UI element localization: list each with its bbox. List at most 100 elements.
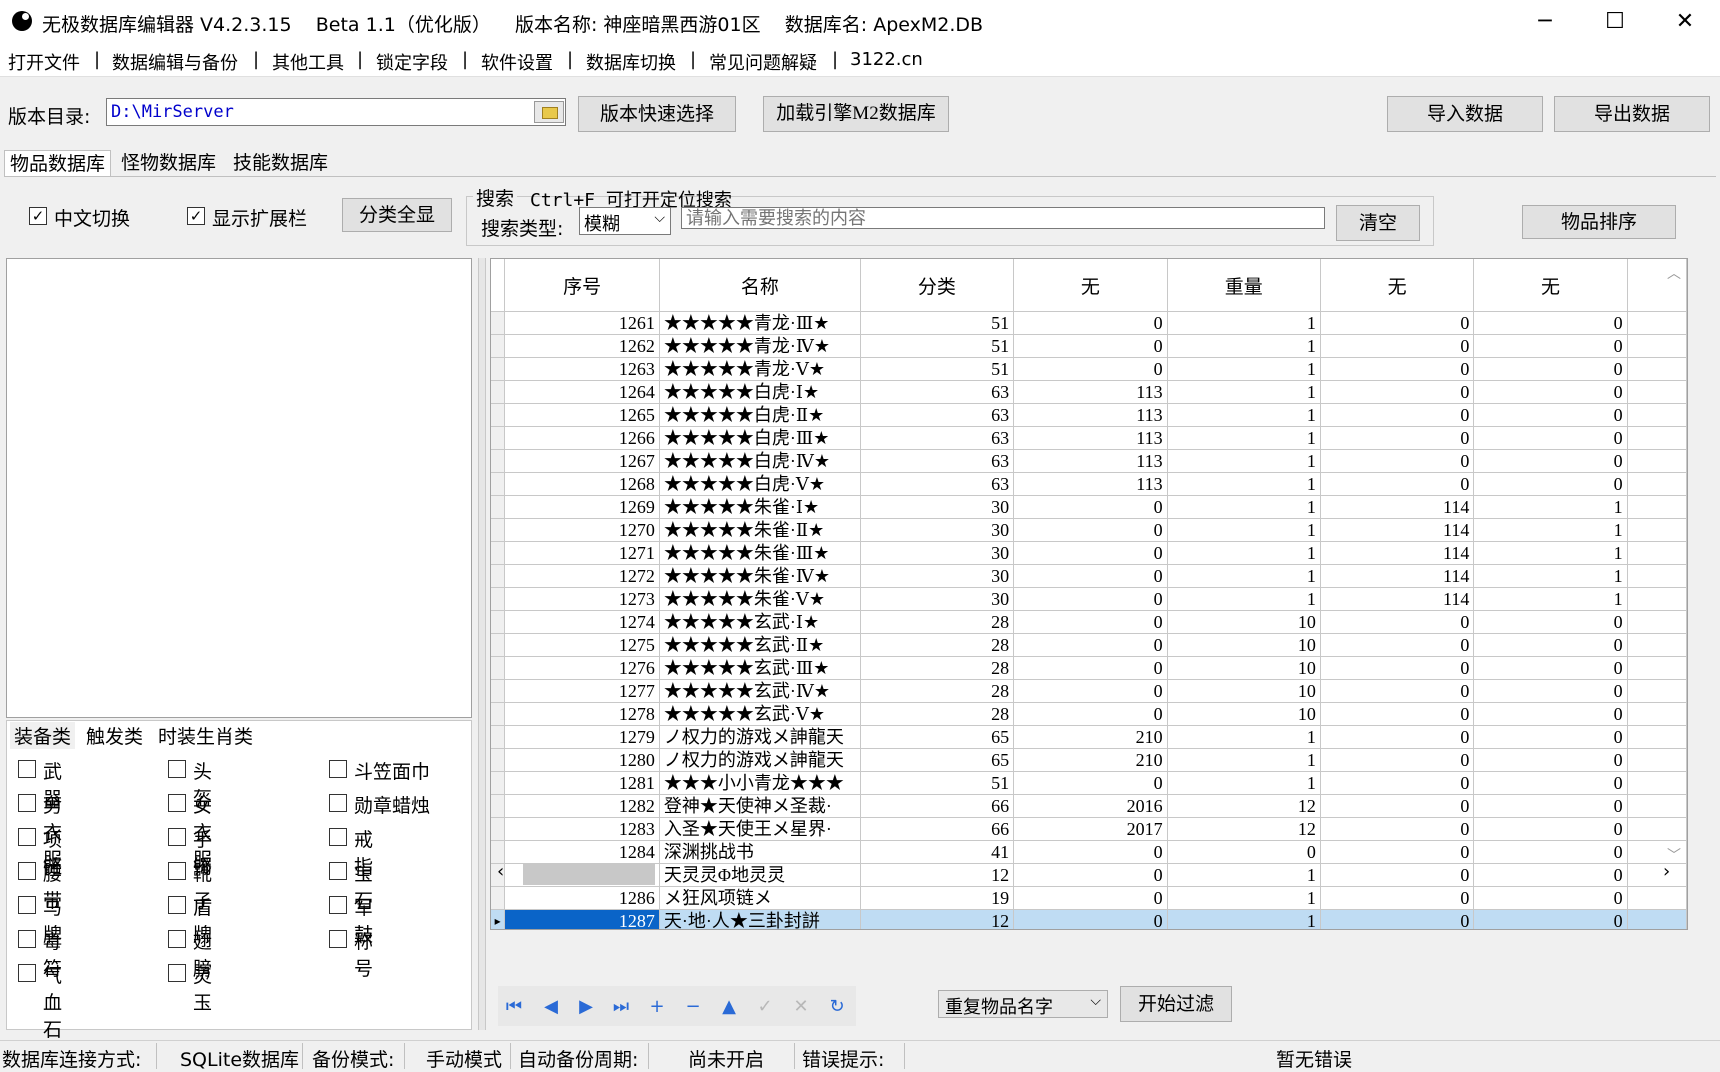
table-cell[interactable]: 0 (1013, 633, 1168, 657)
table-cell[interactable]: 1282 (504, 794, 660, 818)
table-cell[interactable]: 30 (860, 541, 1015, 565)
table-cell[interactable]: 0 (1473, 725, 1628, 749)
table-cell[interactable]: ★★★★★青龙·Ⅳ★ (659, 334, 861, 358)
table-cell[interactable]: 0 (1320, 656, 1475, 680)
table-cell[interactable]: 0 (1320, 863, 1475, 887)
column-header[interactable]: 无 (1013, 259, 1168, 312)
table-cell[interactable]: ★★★★★青龙·Ⅴ★ (659, 357, 861, 381)
table-cell[interactable]: 0 (1473, 794, 1628, 818)
table-cell[interactable]: 0 (1013, 656, 1168, 680)
table-cell[interactable]: 0 (1013, 771, 1168, 795)
row-indicator[interactable] (491, 449, 506, 473)
table-cell[interactable]: 0 (1473, 863, 1628, 887)
category-checkbox[interactable] (329, 862, 347, 880)
scroll-right-icon[interactable]: › (1663, 861, 1670, 882)
table-row[interactable]: 1263 ★★★★★青龙·Ⅴ★ 51 0 1 0 0 (491, 357, 1687, 381)
category-checkbox[interactable] (168, 828, 186, 846)
insert-record-icon[interactable]: + (646, 996, 668, 1018)
table-cell[interactable]: 0 (1473, 472, 1628, 496)
table-cell[interactable]: 114 (1320, 495, 1475, 519)
column-header[interactable]: 名称 (659, 259, 861, 312)
category-checkbox[interactable] (18, 862, 36, 880)
table-cell[interactable]: 0 (1013, 886, 1168, 910)
first-record-icon[interactable]: ⏮ (503, 996, 525, 1018)
table-cell[interactable]: 1 (1167, 564, 1321, 588)
table-cell[interactable]: 1 (1167, 311, 1321, 335)
table-cell[interactable]: 1287 (504, 909, 660, 929)
table-cell[interactable]: ★★★★★白虎·Ⅱ★ (659, 403, 861, 427)
refresh-icon[interactable]: ↻ (826, 996, 848, 1018)
table-row[interactable]: 1270 ★★★★★朱雀·Ⅱ★ 30 0 1 114 1 (491, 518, 1687, 542)
table-cell[interactable]: 入圣★天使王メ星界· (659, 817, 861, 841)
filter-dropdown[interactable]: 重复物品名字 ⌵ (938, 990, 1108, 1018)
table-cell[interactable]: 0 (1473, 886, 1628, 910)
table-cell[interactable]: ★★★★★玄武·Ⅳ★ (659, 679, 861, 703)
table-cell[interactable]: 0 (1320, 840, 1475, 864)
row-indicator[interactable]: ▸ (491, 909, 506, 929)
row-indicator[interactable] (491, 702, 506, 726)
row-indicator[interactable] (491, 794, 506, 818)
table-cell[interactable]: 登神★天使神メ圣裁· (659, 794, 861, 818)
row-indicator[interactable] (491, 587, 506, 611)
menu-faq[interactable]: 常见问题解疑 (709, 49, 817, 75)
table-cell[interactable]: 0 (1013, 840, 1168, 864)
table-cell[interactable]: 66 (860, 817, 1015, 841)
table-cell[interactable]: 0 (1473, 334, 1628, 358)
menu-software-settings[interactable]: 软件设置 (481, 49, 553, 75)
clear-button[interactable]: 清空 (1336, 205, 1420, 241)
table-cell[interactable]: 210 (1013, 748, 1168, 772)
tab-items-db[interactable]: 物品数据库 (4, 150, 112, 177)
table-cell[interactable]: ★★★★★玄武·Ⅰ★ (659, 610, 861, 634)
load-engine-button[interactable]: 加载引擎M2数据库 (763, 96, 949, 132)
table-cell[interactable]: 10 (1167, 679, 1321, 703)
table-cell[interactable]: 28 (860, 610, 1015, 634)
splitter[interactable] (478, 258, 486, 1030)
table-cell[interactable]: 28 (860, 633, 1015, 657)
table-cell[interactable]: 10 (1167, 656, 1321, 680)
table-cell[interactable]: 19 (860, 886, 1015, 910)
table-cell[interactable]: 1 (1473, 541, 1628, 565)
table-cell[interactable]: 63 (860, 426, 1015, 450)
table-row[interactable]: 1265 ★★★★★白虎·Ⅱ★ 63 113 1 0 0 (491, 403, 1687, 427)
table-cell[interactable]: 0 (1320, 817, 1475, 841)
table-row[interactable]: 1267 ★★★★★白虎·Ⅳ★ 63 113 1 0 0 (491, 449, 1687, 473)
table-cell[interactable]: 1 (1167, 863, 1321, 887)
table-cell[interactable]: 0 (1013, 518, 1168, 542)
table-cell[interactable]: 1279 (504, 725, 660, 749)
table-cell[interactable]: 1265 (504, 403, 660, 427)
table-cell[interactable]: ★★★★★白虎·Ⅲ★ (659, 426, 861, 450)
row-indicator[interactable] (491, 403, 506, 427)
table-cell[interactable]: 63 (860, 380, 1015, 404)
table-row[interactable]: 1271 ★★★★★朱雀·Ⅲ★ 30 0 1 114 1 (491, 541, 1687, 565)
row-indicator[interactable] (491, 725, 506, 749)
table-cell[interactable]: 1 (1473, 495, 1628, 519)
column-header[interactable]: 分类 (860, 259, 1015, 312)
column-header[interactable]: 重量 (1167, 259, 1321, 312)
table-cell[interactable]: 2017 (1013, 817, 1168, 841)
table-cell[interactable]: 0 (1320, 909, 1475, 929)
table-cell[interactable]: 1 (1167, 357, 1321, 381)
table-cell[interactable]: 1 (1167, 587, 1321, 611)
table-cell[interactable]: 0 (1013, 357, 1168, 381)
row-indicator[interactable] (491, 541, 506, 565)
table-cell[interactable]: 1 (1167, 771, 1321, 795)
category-checkbox[interactable] (329, 760, 347, 778)
table-cell[interactable]: 0 (1013, 679, 1168, 703)
table-cell[interactable]: 0 (1473, 311, 1628, 335)
table-cell[interactable]: 深渊挑战书 (659, 840, 861, 864)
table-cell[interactable]: 0 (1473, 357, 1628, 381)
table-cell[interactable]: 12 (1167, 794, 1321, 818)
tab-monster-db[interactable]: 怪物数据库 (116, 150, 221, 176)
table-row[interactable]: 1279 ノ权力的游戏メ訷龍天 65 210 1 0 0 (491, 725, 1687, 749)
table-cell[interactable]: 0 (1473, 380, 1628, 404)
import-button[interactable]: 导入数据 (1387, 96, 1543, 132)
next-record-icon[interactable]: ▶ (575, 996, 597, 1018)
menu-lock-fields[interactable]: 锁定字段 (376, 49, 448, 75)
table-cell[interactable]: 0 (1473, 840, 1628, 864)
table-row[interactable]: 1282 登神★天使神メ圣裁· 66 2016 12 0 0 (491, 794, 1687, 818)
table-cell[interactable]: ノ权力的游戏メ訷龍天 (659, 748, 861, 772)
table-cell[interactable]: 1 (1473, 587, 1628, 611)
category-checkbox[interactable] (329, 930, 347, 948)
table-cell[interactable]: 0 (1320, 449, 1475, 473)
table-cell[interactable]: 1 (1167, 725, 1321, 749)
